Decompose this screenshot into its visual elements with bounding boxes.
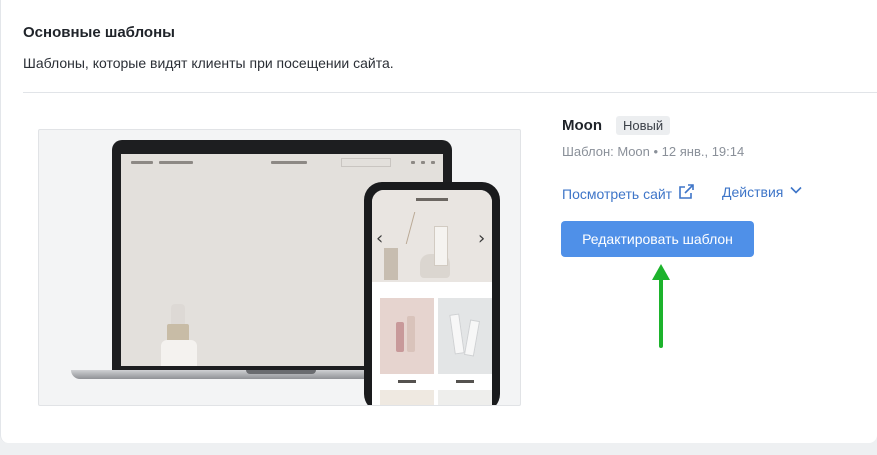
external-link-icon [677, 183, 695, 204]
laptop-search-box [341, 158, 391, 167]
section-subtitle: Шаблоны, которые видят клиенты при посещ… [23, 55, 394, 71]
section-title: Основные шаблоны [23, 24, 175, 41]
actions-label: Действия [722, 183, 784, 200]
template-name: Moon [562, 117, 602, 134]
phone-product-tile [438, 298, 492, 374]
view-site-label: Посмотреть сайт [562, 185, 673, 202]
arrow-up-icon [652, 264, 670, 348]
view-site-link[interactable]: Посмотреть сайт [562, 183, 695, 204]
phone-next-icon: › [478, 228, 486, 249]
chevron-down-icon [789, 183, 803, 200]
template-meta: Шаблон: Moon • 12 янв., 19:14 [562, 144, 745, 159]
phone-tile-caption [398, 380, 416, 383]
phone-screen: ‹ › [372, 190, 492, 405]
phone-product-tile [380, 390, 434, 405]
actions-dropdown[interactable]: Действия [722, 183, 803, 200]
main-templates-card: Основные шаблоны Шаблоны, которые видят … [0, 0, 877, 443]
phone-product-tile [438, 390, 492, 405]
divider [23, 92, 877, 93]
phone-hero-image: ‹ › [372, 190, 492, 282]
edit-template-button[interactable]: Редактировать шаблон [561, 221, 754, 257]
phone-prev-icon: ‹ [376, 228, 384, 249]
new-badge: Новый [616, 116, 671, 135]
laptop-bottle-image [161, 304, 197, 366]
template-preview-image: ‹ › [38, 129, 521, 406]
phone-tile-caption [456, 380, 474, 383]
laptop-notch [246, 370, 316, 374]
